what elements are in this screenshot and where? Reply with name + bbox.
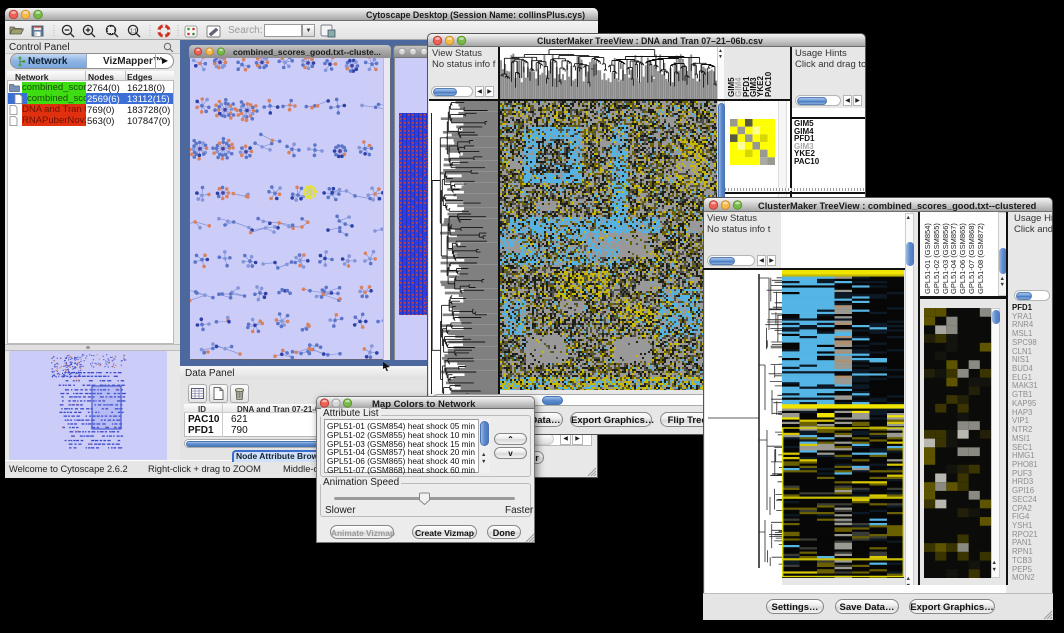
svg-text:1:1: 1:1 — [130, 29, 137, 35]
